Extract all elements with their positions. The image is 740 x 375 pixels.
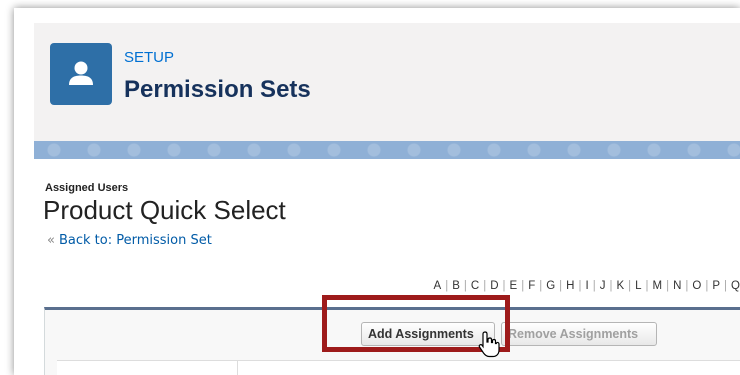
permission-set-name: Product Quick Select bbox=[43, 195, 286, 225]
alpha-separator: | bbox=[502, 280, 506, 292]
setup-breadcrumb[interactable]: SETUP bbox=[124, 49, 174, 66]
alpha-filter-q[interactable]: Q bbox=[731, 280, 740, 292]
alpha-filter-c[interactable]: C bbox=[471, 280, 479, 292]
alpha-separator: | bbox=[539, 280, 543, 292]
alpha-separator: | bbox=[463, 280, 467, 292]
section-label: Assigned Users bbox=[45, 182, 129, 194]
alpha-filter-o[interactable]: O bbox=[692, 280, 701, 292]
alphabet-filter: A | B | C | D | E | F | G | H | I | J | K | L | M | N | O | P | Q bbox=[434, 280, 740, 292]
back-link[interactable]: «Back to: Permission Set bbox=[47, 233, 212, 248]
alpha-filter-a[interactable]: A bbox=[434, 280, 442, 292]
alpha-separator: | bbox=[724, 280, 728, 292]
hand-pointer-icon bbox=[478, 330, 500, 363]
alpha-separator: | bbox=[445, 280, 449, 292]
decorative-band bbox=[34, 141, 740, 159]
alpha-filter-b[interactable]: B bbox=[452, 280, 460, 292]
alpha-separator: | bbox=[666, 280, 670, 292]
alpha-filter-p[interactable]: P bbox=[712, 280, 720, 292]
alpha-filter-h[interactable]: H bbox=[566, 280, 574, 292]
alpha-filter-g[interactable]: G bbox=[546, 280, 555, 292]
alpha-filter-l[interactable]: L bbox=[635, 280, 641, 292]
alpha-separator: | bbox=[559, 280, 563, 292]
alpha-filter-f[interactable]: F bbox=[528, 280, 535, 292]
alpha-filter-e[interactable]: E bbox=[510, 280, 518, 292]
alpha-separator: | bbox=[628, 280, 632, 292]
alpha-separator: | bbox=[578, 280, 582, 292]
alpha-separator: | bbox=[685, 280, 689, 292]
page-title: Permission Sets bbox=[124, 76, 311, 103]
setup-header: SETUP Permission Sets bbox=[34, 23, 740, 141]
alpha-filter-n[interactable]: N bbox=[673, 280, 681, 292]
back-arrow-icon: « bbox=[47, 233, 55, 248]
alpha-separator: | bbox=[645, 280, 649, 292]
alpha-separator: | bbox=[705, 280, 709, 292]
remove-assignments-button[interactable]: Remove Assignments bbox=[501, 322, 657, 346]
alpha-filter-i[interactable]: I bbox=[585, 280, 588, 292]
alpha-filter-m[interactable]: M bbox=[653, 280, 663, 292]
back-link-label: Back to: Permission Set bbox=[58, 233, 212, 248]
user-icon bbox=[50, 43, 112, 105]
column-divider bbox=[237, 361, 238, 375]
alpha-filter-k[interactable]: K bbox=[616, 280, 624, 292]
table-header bbox=[57, 360, 740, 375]
alpha-separator: | bbox=[592, 280, 596, 292]
alpha-filter-d[interactable]: D bbox=[490, 280, 498, 292]
alpha-separator: | bbox=[521, 280, 525, 292]
alpha-separator: | bbox=[483, 280, 487, 292]
alpha-filter-j[interactable]: J bbox=[600, 280, 606, 292]
alpha-separator: | bbox=[609, 280, 613, 292]
